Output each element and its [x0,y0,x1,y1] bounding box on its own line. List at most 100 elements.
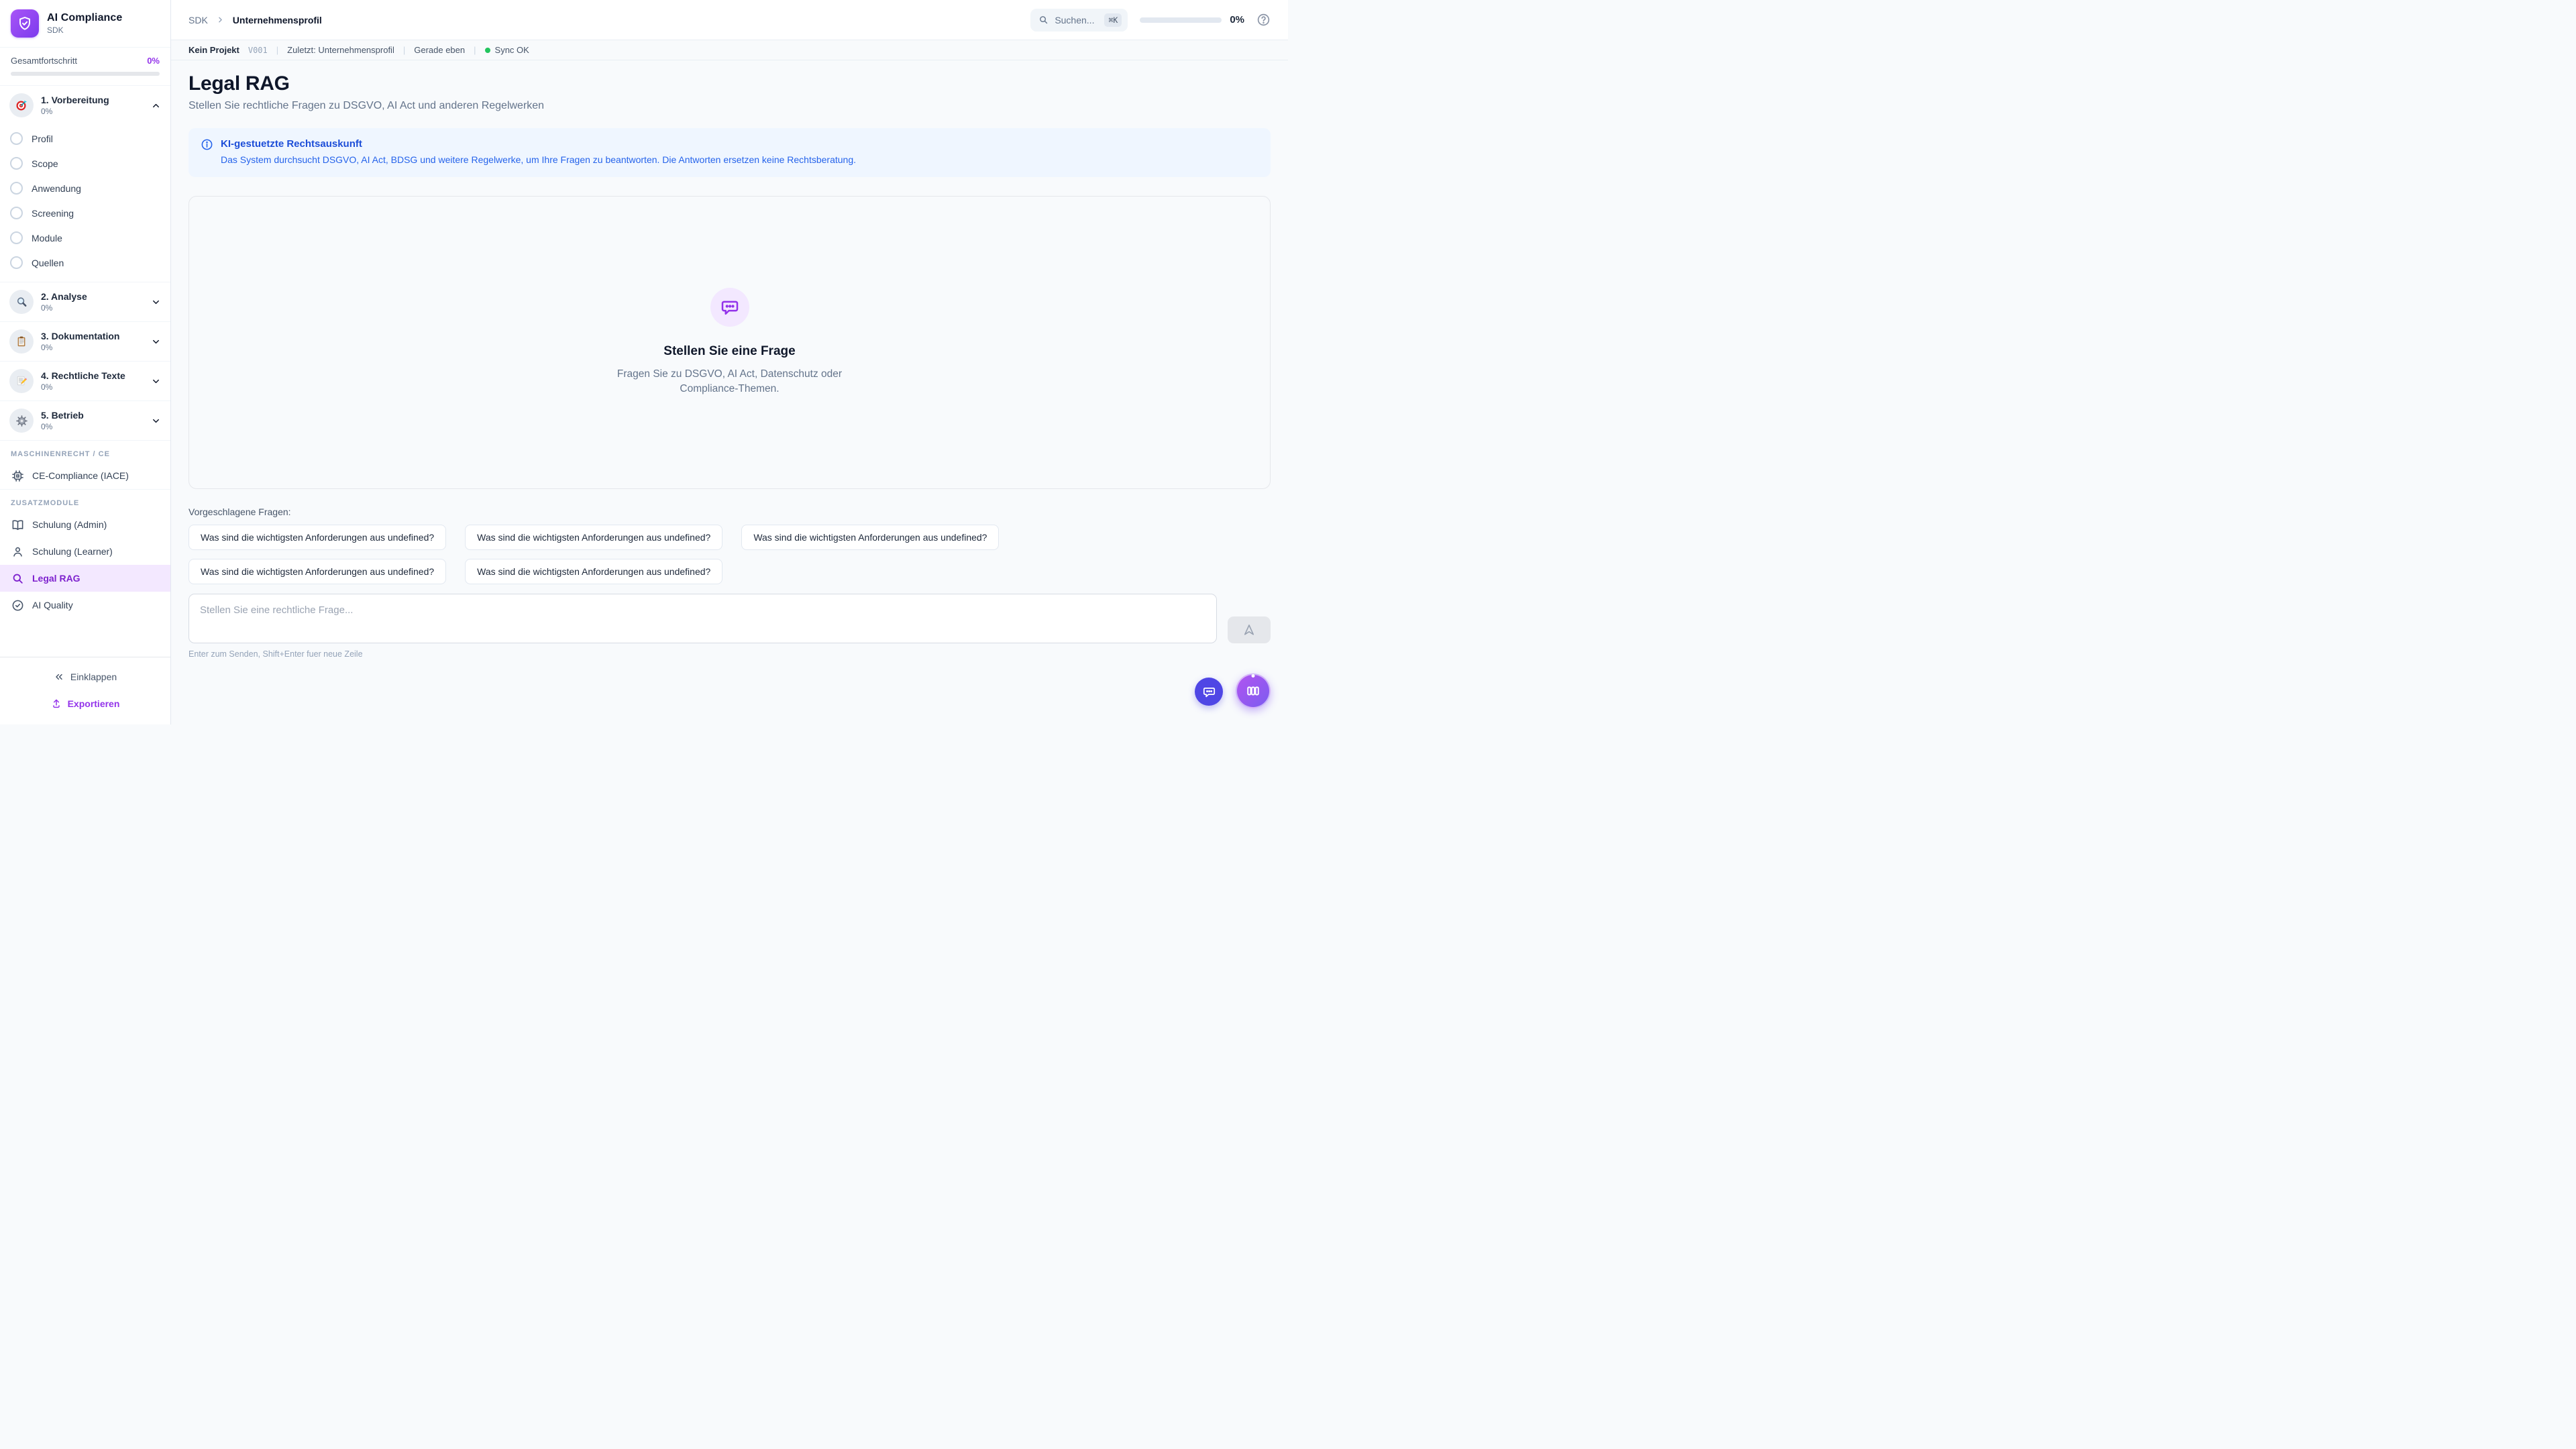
sidebar-item-anwendung[interactable]: Anwendung [0,176,170,201]
sidebar-item-scope[interactable]: Scope [0,151,170,176]
sidebar-item-ce-compliance[interactable]: CE-Compliance (IACE) [0,462,170,489]
step-status-icon [10,157,23,170]
legal-rag-page: Legal RAG Stellen Sie rechtliche Fragen … [171,60,1288,724]
info-banner-title: KI-gestuetzte Rechtsauskunft [221,138,856,150]
target-icon [9,93,34,117]
step-status-icon [10,256,23,269]
app-logo-row: AI Compliance SDK [0,0,170,48]
app-logo [11,9,39,38]
sidebar-item-schulung-admin[interactable]: Schulung (Admin) [0,511,170,538]
app-subtitle: SDK [47,25,122,35]
suggested-questions-row: Was sind die wichtigsten Anforderungen a… [189,525,1271,550]
sidebar-footer: Einklappen Exportieren [0,657,170,724]
suggested-question-button[interactable]: Was sind die wichtigsten Anforderungen a… [741,525,999,550]
phase-percent: 0% [41,107,144,116]
search-shortcut-badge: ⌘K [1104,13,1122,27]
info-banner: KI-gestuetzte Rechtsauskunft Das System … [189,128,1271,177]
last-saved-label: Zuletzt: Unternehmensprofil [287,45,394,55]
question-input-row [189,594,1271,643]
empty-state-title: Stellen Sie eine Frage [663,344,795,359]
chevron-down-icon [151,416,161,426]
search-placeholder: Suchen... [1055,15,1098,25]
sidebar-item-quellen[interactable]: Quellen [0,250,170,275]
chevron-down-icon [151,297,161,307]
suggested-question-button[interactable]: Was sind die wichtigsten Anforderungen a… [189,559,446,584]
phase-dokumentation[interactable]: 3. Dokumentation 0% [0,321,170,361]
section-header-maschinenrecht: MASCHINENRECHT / CE [0,441,170,462]
gear-icon [9,409,34,433]
chevron-down-icon [151,337,161,347]
project-name: Kein Projekt [189,45,239,55]
sidebar-item-profil[interactable]: Profil [0,126,170,151]
phase-analyse[interactable]: 2. Analyse 0% [0,282,170,321]
sidebar: AI Compliance SDK Gesamtfortschritt 0% [0,0,171,724]
step-status-icon [10,207,23,219]
help-icon[interactable] [1256,13,1271,27]
status-bar: Kein Projekt V001 | Zuletzt: Unternehmen… [171,40,1288,60]
last-saved-time: Gerade eben [414,45,465,55]
phase-title: 1. Vorbereitung [41,95,144,105]
phase-rechtliche-texte[interactable]: 4. Rechtliche Texte 0% [0,361,170,400]
empty-state-description: Fragen Sie zu DSGVO, AI Act, Datenschutz… [606,367,854,397]
cpu-icon [11,469,24,482]
version-badge: V001 [248,46,268,55]
memo-pencil-icon [9,369,34,393]
chat-empty-state: Stellen Sie eine Frage Fragen Sie zu DSG… [189,196,1271,489]
sidebar-item-module[interactable]: Module [0,225,170,250]
page-subtitle: Stellen Sie rechtliche Fragen zu DSGVO, … [189,100,1271,112]
phase-vorbereitung[interactable]: 1. Vorbereitung 0% [0,86,170,125]
app-title: AI Compliance [47,12,122,24]
book-icon [11,518,24,531]
search-icon [1038,15,1049,25]
sync-ok-dot [485,48,490,53]
info-banner-body: Das System durchsucht DSGVO, AI Act, BDS… [221,154,856,167]
suggested-questions-label: Vorgeschlagene Fragen: [189,506,1271,517]
step-status-icon [10,182,23,195]
sidebar-item-screening[interactable]: Screening [0,201,170,225]
suggested-question-button[interactable]: Was sind die wichtigsten Anforderungen a… [189,525,446,550]
sidebar-item-legal-rag[interactable]: Legal RAG [0,565,170,592]
step-status-icon [10,132,23,145]
breadcrumb: SDK Unternehmensprofil [189,15,322,25]
breadcrumb-current: Unternehmensprofil [233,15,322,25]
overall-progress: Gesamtfortschritt 0% [0,48,170,86]
suggested-question-button[interactable]: Was sind die wichtigsten Anforderungen a… [465,559,722,584]
sidebar-nav: 1. Vorbereitung 0% Profil Scope Anwendun… [0,86,170,657]
columns-icon [1246,684,1260,698]
question-input[interactable] [189,594,1217,643]
user-icon [11,545,24,558]
sidebar-item-ai-quality[interactable]: AI Quality [0,592,170,619]
search-button[interactable]: Suchen... ⌘K [1030,9,1128,32]
input-hint: Enter zum Senden, Shift+Enter fuer neue … [189,649,1271,659]
chevron-down-icon [151,376,161,386]
panels-fab[interactable] [1236,674,1271,708]
breadcrumb-sdk[interactable]: SDK [189,15,208,25]
suggested-question-button[interactable]: Was sind die wichtigsten Anforderungen a… [465,525,722,550]
collapse-sidebar-button[interactable]: Einklappen [11,665,160,688]
sidebar-item-schulung-learner[interactable]: Schulung (Learner) [0,538,170,565]
overall-progress-value: 0% [147,56,160,66]
main-column: SDK Unternehmensprofil Suchen... ⌘K 0% [171,0,1288,724]
chevron-right-icon [216,15,225,24]
export-button[interactable]: Exportieren [11,692,160,715]
send-plane-icon [1242,623,1256,637]
send-button[interactable] [1228,616,1271,643]
clipboard-icon [9,329,34,354]
overall-progress-bar [11,72,160,76]
info-icon [201,138,213,167]
magnifier-icon [9,290,34,314]
phase-betrieb[interactable]: 5. Betrieb 0% [0,400,170,440]
header-progress-bar [1140,17,1222,23]
chat-bubble-badge [710,288,749,327]
page-title: Legal RAG [189,72,1271,95]
phase-vorbereitung-items: Profil Scope Anwendung Screening Module … [0,125,170,282]
header-progress-value: 0% [1230,14,1244,25]
suggested-questions-row: Was sind die wichtigsten Anforderungen a… [189,559,1271,584]
chevron-up-icon [151,101,161,111]
overall-progress-label: Gesamtfortschritt [11,56,77,66]
upload-icon [51,698,62,709]
step-status-icon [10,231,23,244]
chevrons-left-icon [54,672,64,682]
chat-fab[interactable] [1195,678,1223,706]
check-circle-icon [11,598,24,612]
